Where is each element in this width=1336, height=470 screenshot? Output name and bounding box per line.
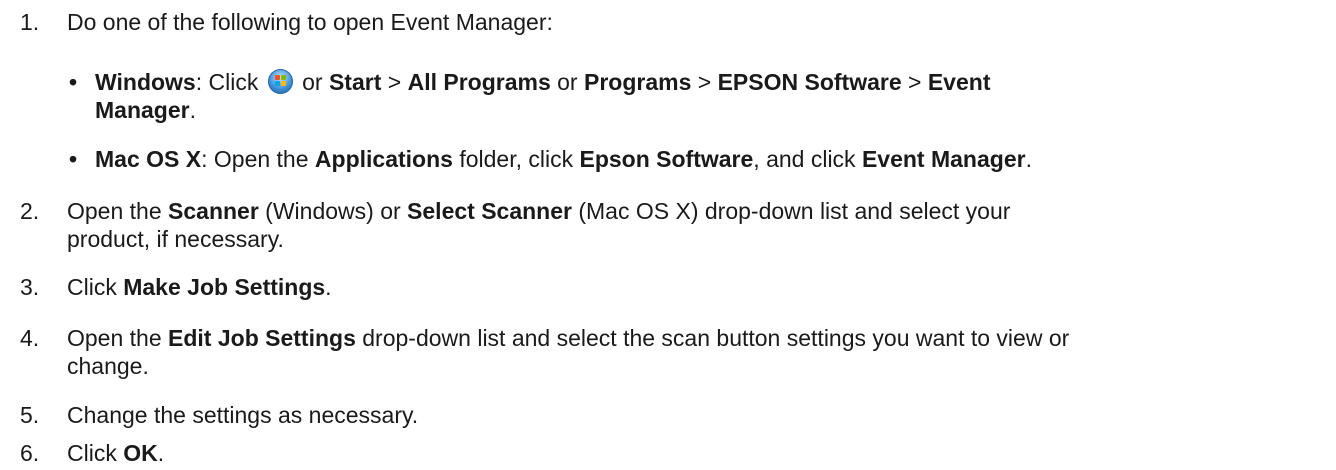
text-fragment: folder, click (452, 146, 580, 172)
text-fragment: > (901, 69, 928, 95)
step-text: Open the Scanner (Windows) or Select Sca… (67, 198, 1328, 224)
bullet-marker: • (69, 146, 78, 172)
step-number: 2. (20, 198, 40, 224)
text-fragment: Click (67, 274, 124, 300)
text-fragment: . (157, 440, 165, 466)
bullet-text: Windows: Click or Start > All Programs o… (95, 69, 1328, 95)
step-4-line2: change. (67, 353, 149, 379)
step-text: Do one of the following to open Event Ma… (67, 9, 553, 35)
text-fragment: > (691, 69, 718, 95)
instructions-document: 1. Do one of the following to open Event… (0, 0, 1336, 470)
step-text: Click Make Job Settings. (67, 274, 1328, 300)
windows-label: Windows (95, 69, 196, 95)
step-number: 6. (20, 440, 40, 466)
bullet-marker: • (69, 69, 78, 95)
step-number: 4. (20, 325, 40, 351)
text-fragment: (Windows) or (258, 198, 408, 224)
epson-software-label: EPSON Software (717, 69, 902, 95)
text-fragment: . (325, 274, 332, 300)
text-fragment: drop-down list and select the scan butto… (355, 325, 1070, 351)
applications-label: Applications (314, 146, 453, 172)
mac-label: Mac OS X (95, 146, 202, 172)
text-fragment: Open the (67, 198, 169, 224)
event-label: Event (927, 69, 991, 95)
text-fragment: : Open the (201, 146, 315, 172)
text-fragment: . (1025, 146, 1032, 172)
scanner-label: Scanner (168, 198, 259, 224)
text-fragment: , and click (753, 146, 862, 172)
text-fragment: (Mac OS X) drop-down list and select you… (571, 198, 1011, 224)
text-fragment: . (189, 97, 196, 123)
select-scanner-label: Select Scanner (407, 198, 572, 224)
all-programs-label: All Programs (407, 69, 551, 95)
step-number: 1. (20, 9, 40, 35)
text-fragment: or (550, 69, 584, 95)
windows-start-icon (267, 69, 293, 94)
bullet-text: Mac OS X: Open the Applications folder, … (95, 146, 1328, 172)
manager-label: Manager (95, 97, 190, 123)
programs-label: Programs (583, 69, 692, 95)
event-manager-label: Event Manager (861, 146, 1026, 172)
text-fragment: or (295, 69, 329, 95)
step-number: 3. (20, 274, 40, 300)
text-fragment: : Click (195, 69, 265, 95)
make-job-settings-label: Make Job Settings (123, 274, 326, 300)
text-fragment: > (381, 69, 408, 95)
start-label: Start (328, 69, 382, 95)
step-text: Click OK. (67, 440, 1328, 466)
epson-software-label: Epson Software (579, 146, 754, 172)
ok-label: OK (123, 440, 158, 466)
text-fragment: Click (67, 440, 124, 466)
step-2-line2: product, if necessary. (67, 226, 284, 252)
bullet-windows-line2: Manager. (95, 97, 196, 123)
step-text: Open the Edit Job Settings drop-down lis… (67, 325, 1328, 351)
edit-job-settings-label: Edit Job Settings (168, 325, 356, 351)
text-fragment: Open the (67, 325, 169, 351)
step-number: 5. (20, 402, 40, 428)
step-text: Change the settings as necessary. (67, 402, 419, 428)
